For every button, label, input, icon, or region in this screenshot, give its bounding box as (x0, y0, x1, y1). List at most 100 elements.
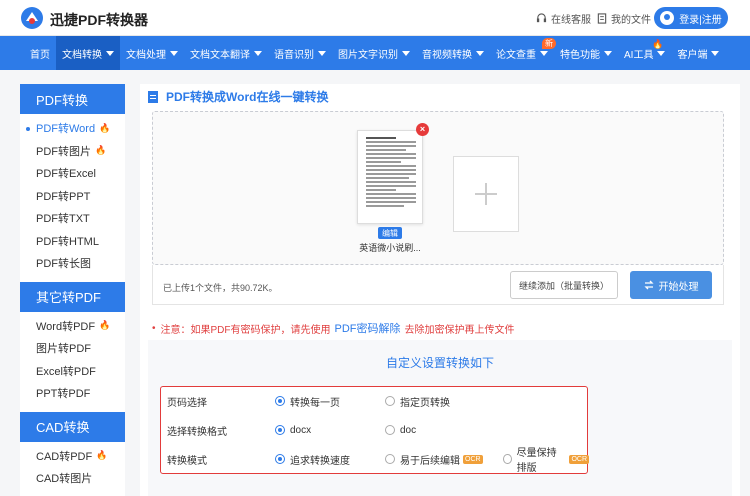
sidebar-item[interactable]: PDF转Word 🔥 (20, 117, 125, 140)
nav-item[interactable]: 音视频转换 (416, 36, 490, 70)
user-avatar-icon (660, 11, 675, 25)
option-row: 转换模式 追求转换速度 易于后续编辑 OCR 尽量保持排版 OCR (161, 444, 589, 474)
file-icon (597, 13, 607, 24)
radio-button[interactable] (385, 396, 395, 406)
chevron-down-icon (604, 50, 612, 56)
radio-option-label: docx (290, 424, 312, 436)
option-label: 页码选择 (167, 397, 207, 409)
sidebar-item[interactable]: CAD转图片 (20, 467, 125, 490)
radio-option[interactable]: doc (385, 425, 416, 436)
login-register-button[interactable]: 登录|注册 (654, 7, 728, 29)
continue-add-button[interactable]: 继续添加（批量转换） (510, 271, 618, 299)
nav-item[interactable]: 语音识别 (268, 36, 332, 70)
radio-button[interactable] (503, 454, 512, 464)
nav-item[interactable]: 文档转换 (56, 36, 120, 70)
radio-option[interactable]: 指定页转换 (385, 394, 450, 409)
customer-service-label: 在线客服 (551, 15, 591, 26)
chevron-down-icon (657, 50, 666, 56)
sidebar-group-header: CAD转换 (20, 411, 125, 442)
sidebar-item-label: Excel转PDF (36, 365, 96, 378)
radio-button[interactable] (275, 396, 285, 406)
radio-option[interactable]: 转换每一页 (275, 394, 340, 409)
radio-option-label: 尽量保持排版 (516, 448, 557, 474)
settings-panel: 自定义设置转换如下 页码选择 转换每一页 指定页转换 选择转换格式 docx doc 转换模… (148, 340, 732, 496)
nav-item-label: 客户端 (677, 49, 708, 61)
sidebar-item-label: PDF转HTML (36, 235, 99, 248)
nav-item[interactable]: AI工具 🔥 (618, 36, 671, 70)
top-header: 迅捷PDF转换器 在线客服 我的文件 登录|注册 (0, 0, 750, 36)
sidebar-item[interactable]: PDF转TXT (20, 207, 125, 230)
sidebar-item[interactable]: PPT转PDF (20, 382, 125, 405)
sidebar-item-label: PDF转长图 (36, 258, 91, 271)
sidebar-item[interactable]: PDF转HTML (20, 230, 125, 253)
file-thumbnail[interactable] (357, 130, 423, 224)
sidebar-item-label: PDF转Excel (36, 168, 96, 181)
option-row: 选择转换格式 docx doc (161, 416, 589, 444)
nav-item-label: 图片文字识别 (338, 49, 398, 61)
sidebar-item-label: PDF转TXT (36, 213, 90, 226)
nav-item[interactable]: 文档处理 (120, 36, 184, 70)
nav-item[interactable]: 客户端 (671, 36, 725, 70)
nav-item[interactable]: 论文查重新 (490, 36, 556, 70)
upload-status-bar: 已上传1个文件，共90.72K。 继续添加（批量转换） 开始处理 (152, 265, 724, 305)
sidebar-item[interactable]: PDF转PPT (20, 185, 125, 208)
radio-button[interactable] (385, 454, 395, 464)
option-label: 转换模式 (167, 455, 207, 467)
nav-item-label: 文档处理 (126, 49, 166, 61)
radio-option-label: 转换每一页 (290, 397, 340, 409)
hot-fire-icon: 🔥 (96, 450, 108, 461)
hot-fire-icon: 🔥 (99, 320, 111, 331)
edit-file-button[interactable]: 编辑 (378, 227, 402, 239)
sidebar-item[interactable]: Word转PDF 🔥 (20, 315, 125, 338)
radio-option-label: 追求转换速度 (290, 455, 350, 467)
my-files-link[interactable]: 我的文件 (597, 11, 651, 26)
chevron-down-icon (318, 50, 326, 56)
app-name[interactable]: 迅捷PDF转换器 (50, 10, 148, 30)
nav-item[interactable]: 图片文字识别 (332, 36, 416, 70)
bullet-icon: • (152, 322, 156, 334)
nav-item-label: 文档文本翻译 (190, 49, 250, 61)
nav-item-label: 语音识别 (274, 49, 314, 61)
radio-button[interactable] (275, 454, 285, 464)
radio-option-label: doc (400, 424, 417, 436)
radio-option[interactable]: 易于后续编辑 OCR (385, 452, 483, 467)
chevron-down-icon (254, 50, 262, 56)
pdf-unlock-link[interactable]: PDF密码解除 (335, 320, 401, 336)
sidebar: PDF转换 PDF转Word 🔥 PDF转图片 🔥 PDF转Excel PDF转PPT PDF… (20, 84, 125, 496)
nav-item[interactable]: 文档文本翻译 (184, 36, 268, 70)
nav-item[interactable]: 特色功能 (554, 36, 618, 70)
headset-icon (536, 13, 547, 23)
start-process-button[interactable]: 开始处理 (630, 271, 712, 299)
ocr-tag: OCR (569, 454, 589, 464)
sidebar-item[interactable]: PDF转Excel (20, 162, 125, 185)
customer-service-link[interactable]: 在线客服 (536, 11, 591, 26)
chevron-down-icon (402, 50, 410, 56)
radio-option[interactable]: 尽量保持排版 OCR (503, 444, 589, 474)
sidebar-item[interactable]: PDF转图片 🔥 (20, 140, 125, 163)
radio-option[interactable]: docx (275, 425, 311, 436)
sidebar-item-label: 图片转PDF (36, 343, 91, 356)
sidebar-item-label: PDF转图片 (36, 145, 91, 158)
hot-fire-icon: 🔥 (652, 39, 664, 49)
nav-item-label: 特色功能 (560, 49, 600, 61)
sidebar-group-header: PDF转换 (20, 84, 125, 114)
radio-option-label: 指定页转换 (400, 397, 450, 409)
radio-button[interactable] (275, 425, 285, 435)
sidebar-item-label: CAD转图片 (36, 473, 93, 486)
radio-option[interactable]: 追求转换速度 (275, 452, 350, 467)
app-logo-icon[interactable] (20, 6, 44, 30)
nav-item-label: 音视频转换 (422, 49, 472, 61)
radio-button[interactable] (385, 425, 395, 435)
nav-item-label: AI工具 (624, 49, 654, 61)
nav-item-label: 文档转换 (62, 49, 102, 61)
chevron-down-icon (476, 50, 484, 56)
sidebar-item[interactable]: CAD转PDF 🔥 (20, 445, 125, 468)
upload-drop-zone[interactable]: × 编辑 英语微小说刷... (152, 111, 724, 265)
main-panel: PDF转换成Word在线一键转换 × 编辑 英语微小说刷... 已上传1个文件，… (140, 84, 740, 496)
remove-file-button[interactable]: × (416, 123, 429, 136)
sidebar-item[interactable]: 图片转PDF (20, 337, 125, 360)
add-file-button[interactable] (453, 156, 519, 232)
sidebar-item[interactable]: PDF转长图 (20, 252, 125, 275)
nav-item[interactable]: 首页 (24, 36, 56, 70)
sidebar-item[interactable]: Excel转PDF (20, 360, 125, 383)
